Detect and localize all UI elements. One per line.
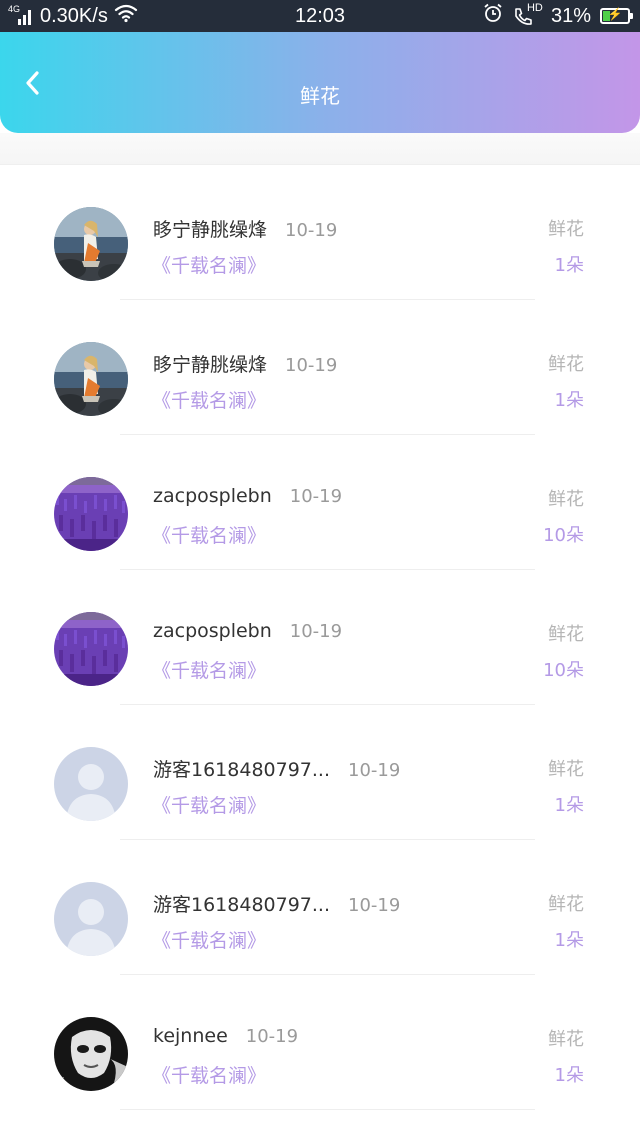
gift-count: 1朵: [554, 1065, 584, 1086]
user-name: kejnnee: [153, 1025, 228, 1047]
avatar[interactable]: [54, 342, 128, 416]
work-title[interactable]: 《千载名澜》: [152, 791, 266, 818]
name-row: 眵宁静朓缲烽 10-19: [153, 350, 337, 377]
list-item[interactable]: 游客1618480797... 10-19 《千载名澜》 鲜花 1朵: [0, 840, 640, 975]
gift-date: 10-19: [285, 220, 338, 241]
gift-date: 10-19: [285, 355, 338, 376]
gift-count: 10朵: [543, 525, 584, 546]
work-title[interactable]: 《千载名澜》: [152, 521, 266, 548]
gift-type: 鲜花: [548, 759, 584, 780]
avatar[interactable]: [54, 207, 128, 281]
work-title[interactable]: 《千载名澜》: [152, 1061, 266, 1088]
name-row: kejnnee 10-19: [153, 1025, 298, 1047]
gift-date: 10-19: [289, 621, 343, 642]
gift-count: 10朵: [543, 660, 584, 681]
hd-label: HD: [526, 2, 543, 14]
divider: [120, 1109, 535, 1110]
list-item[interactable]: kejnnee 10-19 《千载名澜》 鲜花 1朵: [0, 975, 640, 1110]
page-title: 鲜花: [300, 84, 340, 108]
header-divider: [0, 133, 640, 165]
list-item[interactable]: 眵宁静朓缲烽 10-19 《千载名澜》 鲜花 1朵: [0, 300, 640, 435]
gift-count: 1朵: [554, 795, 584, 816]
user-name: 游客1618480797...: [153, 894, 331, 916]
name-row: 游客1618480797... 10-19: [153, 755, 400, 782]
chevron-left-icon: [26, 71, 39, 95]
avatar[interactable]: [54, 1017, 128, 1091]
list-item[interactable]: 眵宁静朓缲烽 10-19 《千载名澜》 鲜花 1朵: [0, 165, 640, 300]
gift-count: 1朵: [554, 930, 584, 951]
battery-percent: 31%: [550, 4, 591, 27]
list-item[interactable]: zacposplebn 10-19 《千载名澜》 鲜花 10朵: [0, 570, 640, 705]
gift-type: 鲜花: [548, 219, 584, 240]
gift-type: 鲜花: [548, 1029, 584, 1050]
name-row: 眵宁静朓缲烽 10-19: [153, 215, 337, 242]
work-title[interactable]: 《千载名澜》: [152, 251, 266, 278]
gift-count: 1朵: [554, 390, 584, 411]
name-row: zacposplebn 10-19: [153, 485, 342, 507]
user-name: 游客1618480797...: [153, 759, 331, 781]
gift-date: 10-19: [348, 760, 401, 781]
status-bar: 4G 0.30K/s 12:03 HD 31% ⚡: [0, 0, 640, 32]
work-title[interactable]: 《千载名澜》: [152, 926, 266, 953]
alarm-icon: [483, 3, 503, 29]
name-row: zacposplebn 10-19: [153, 620, 342, 642]
gift-list: 眵宁静朓缲烽 10-19 《千载名澜》 鲜花 1朵 眵宁静朓缲烽 10-19 《…: [0, 165, 640, 1110]
user-name: 眵宁静朓缲烽: [153, 219, 268, 241]
list-item[interactable]: 游客1618480797... 10-19 《千载名澜》 鲜花 1朵: [0, 705, 640, 840]
gift-date: 10-19: [245, 1026, 299, 1047]
gift-date: 10-19: [289, 486, 343, 507]
hd-call-icon: HD: [512, 2, 543, 27]
gift-count: 1朵: [554, 255, 584, 276]
status-right: HD 31% ⚡: [483, 0, 633, 32]
gift-type: 鲜花: [548, 354, 584, 375]
user-name: 眵宁静朓缲烽: [153, 354, 268, 376]
avatar[interactable]: [54, 882, 128, 956]
avatar[interactable]: [54, 747, 128, 821]
battery-icon: ⚡: [600, 7, 633, 24]
user-name: zacposplebn: [153, 620, 272, 642]
avatar[interactable]: [54, 612, 128, 686]
user-name: zacposplebn: [153, 485, 272, 507]
list-item[interactable]: zacposplebn 10-19 《千载名澜》 鲜花 10朵: [0, 435, 640, 570]
gift-date: 10-19: [348, 895, 401, 916]
name-row: 游客1618480797... 10-19: [153, 890, 400, 917]
header: 鲜花: [0, 32, 640, 133]
gift-type: 鲜花: [548, 624, 584, 645]
work-title[interactable]: 《千载名澜》: [152, 386, 266, 413]
back-button[interactable]: [18, 66, 48, 100]
gift-type: 鲜花: [548, 894, 584, 915]
avatar[interactable]: [54, 477, 128, 551]
gift-type: 鲜花: [548, 489, 584, 510]
work-title[interactable]: 《千载名澜》: [152, 656, 266, 683]
